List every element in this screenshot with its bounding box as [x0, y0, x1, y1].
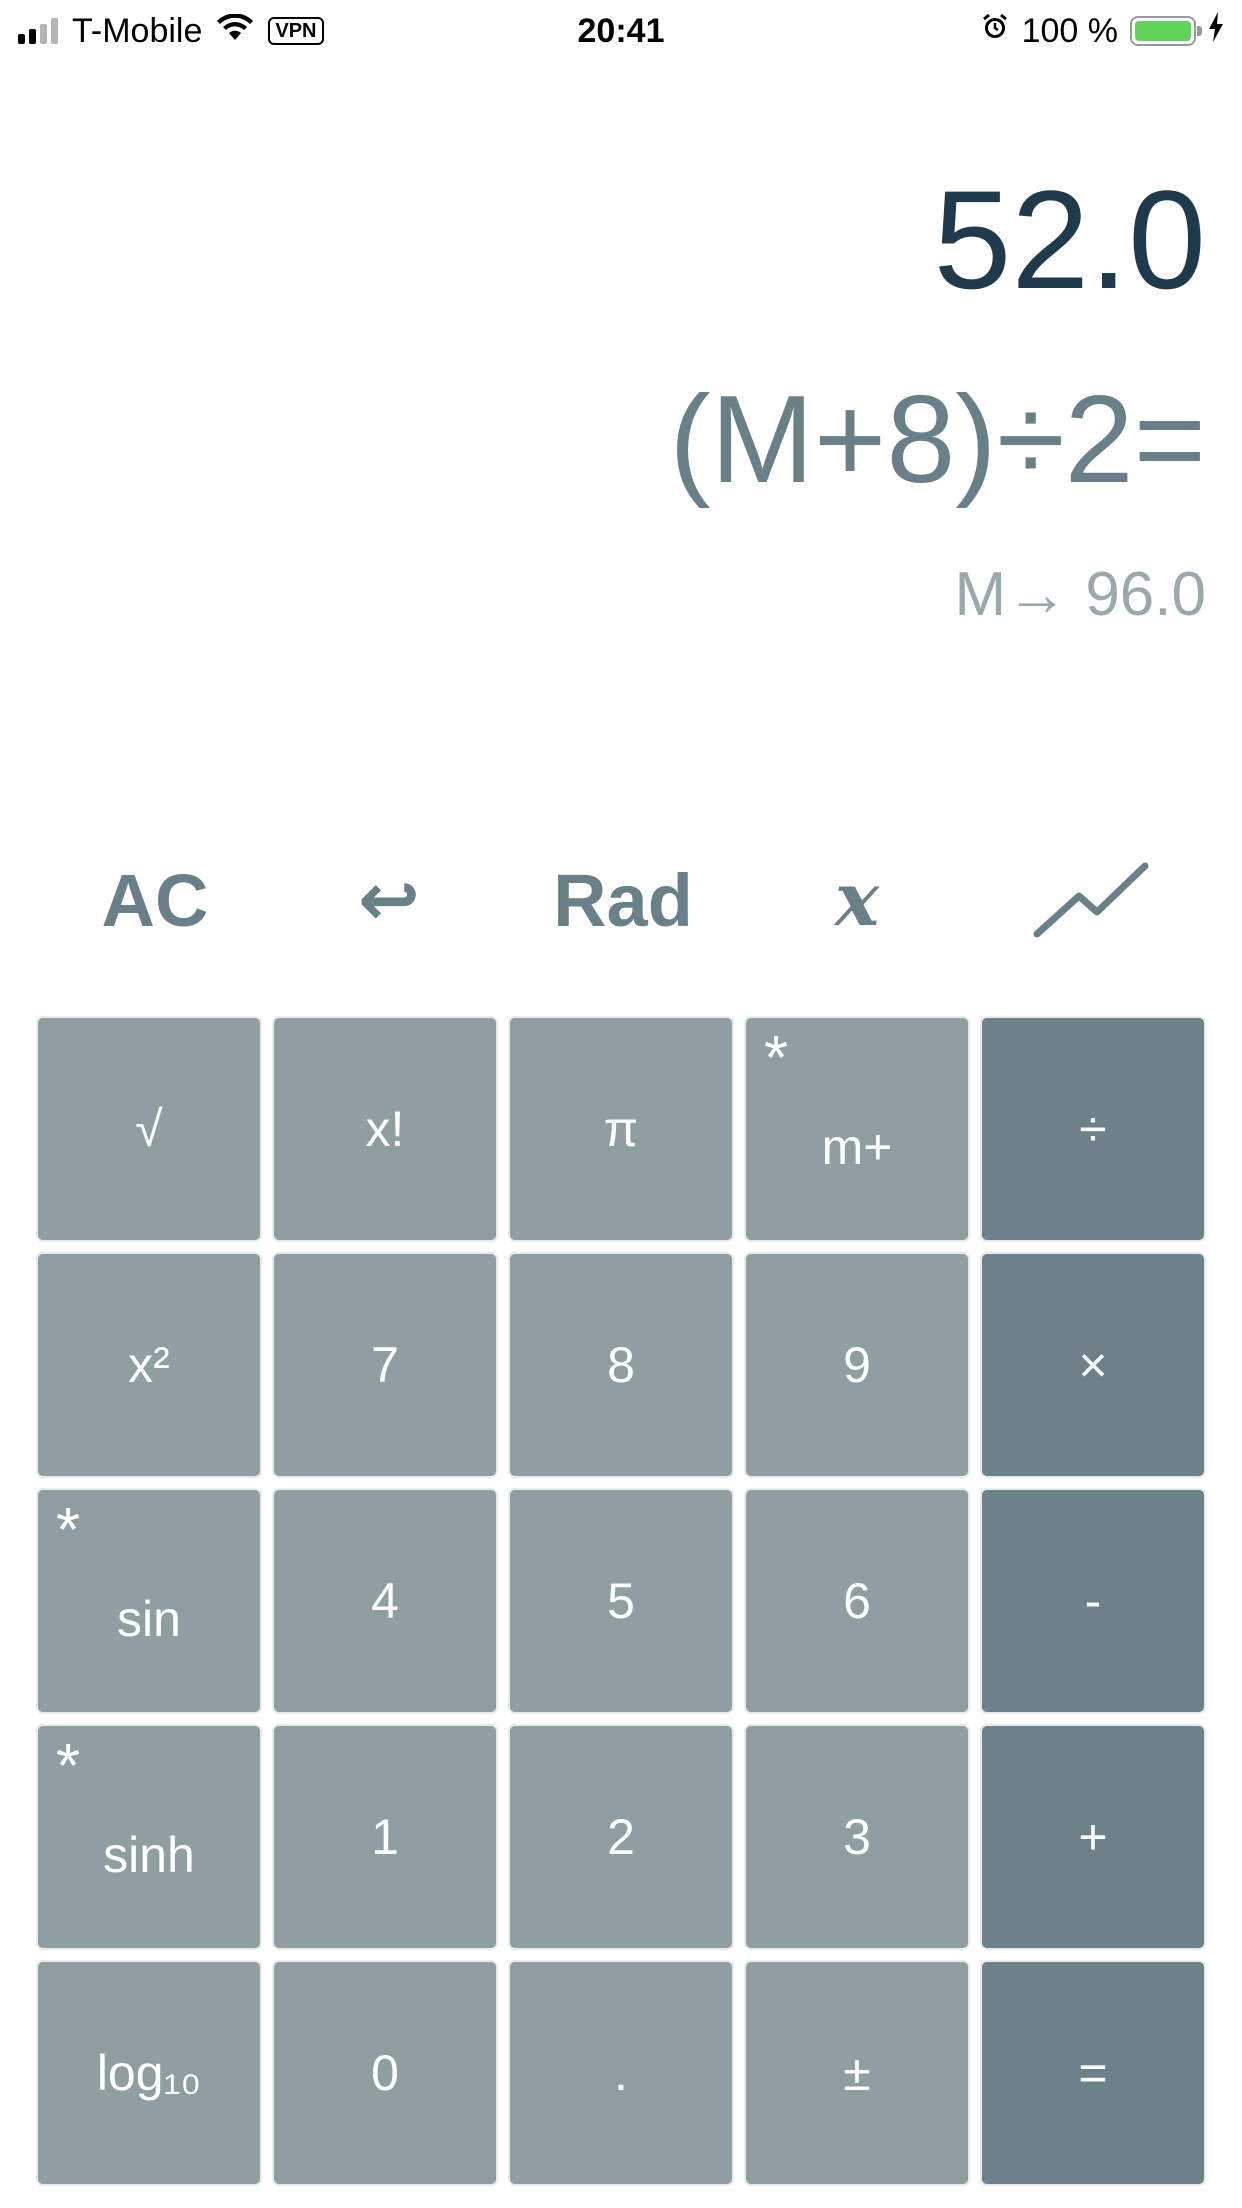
- undo-arrow-icon: ↩: [357, 858, 420, 941]
- sinh-key[interactable]: * sinh: [38, 1726, 260, 1948]
- equals-key[interactable]: =: [982, 1962, 1204, 2184]
- key-label: 5: [607, 1573, 635, 1629]
- variable-button[interactable]: x: [740, 840, 974, 960]
- key-label: √: [135, 1101, 163, 1157]
- key-label: sinh: [103, 1827, 195, 1883]
- second-function-star: *: [56, 1732, 81, 1801]
- memory-display: M→ 96.0: [954, 560, 1206, 629]
- key-label: 7: [371, 1337, 399, 1393]
- 3-key[interactable]: 3: [746, 1726, 968, 1948]
- key-label: ×: [1078, 1337, 1108, 1393]
- alarm-icon: [980, 12, 1010, 51]
- 4-key[interactable]: 4: [274, 1490, 496, 1712]
- 0-key[interactable]: 0: [274, 1962, 496, 2184]
- key-label: =: [1078, 2045, 1108, 2101]
- key-label: 3: [843, 1809, 871, 1865]
- result-display: 52.0: [933, 161, 1206, 318]
- subtract-key[interactable]: -: [982, 1490, 1204, 1712]
- graph-line-icon: [1033, 862, 1149, 938]
- status-bar: T-Mobile VPN 20:41 100 %: [0, 0, 1242, 62]
- 7-key[interactable]: 7: [274, 1254, 496, 1476]
- graph-button[interactable]: [974, 840, 1208, 960]
- factorial-key[interactable]: x!: [274, 1018, 496, 1240]
- 2-key[interactable]: 2: [510, 1726, 732, 1948]
- 1-key[interactable]: 1: [274, 1726, 496, 1948]
- charging-bolt-icon: [1208, 11, 1224, 51]
- log10-key[interactable]: log₁₀: [38, 1962, 260, 2184]
- key-label: -: [1084, 1573, 1102, 1629]
- key-label: 9: [843, 1337, 871, 1393]
- key-label: 4: [371, 1573, 399, 1629]
- status-bar-right: 100 %: [980, 10, 1224, 52]
- multiply-key[interactable]: ×: [982, 1254, 1204, 1476]
- key-label: 2: [607, 1809, 635, 1865]
- 9-key[interactable]: 9: [746, 1254, 968, 1476]
- add-key[interactable]: +: [982, 1726, 1204, 1948]
- battery-fill: [1135, 21, 1191, 41]
- 8-key[interactable]: 8: [510, 1254, 732, 1476]
- all-clear-button[interactable]: AC: [38, 840, 272, 960]
- key-label: 8: [607, 1337, 635, 1393]
- key-label: m+: [821, 1119, 893, 1175]
- plus-minus-key[interactable]: ±: [746, 1962, 968, 2184]
- second-function-star: *: [56, 1496, 81, 1565]
- key-label: 6: [843, 1573, 871, 1629]
- key-label: 1: [371, 1809, 399, 1865]
- second-function-star: *: [764, 1024, 789, 1093]
- calculator-screen: T-Mobile VPN 20:41 100 % 52.0 (M+8)÷2= M…: [0, 0, 1242, 2208]
- pi-key[interactable]: π: [510, 1018, 732, 1240]
- 5-key[interactable]: 5: [510, 1490, 732, 1712]
- angle-mode-button[interactable]: Rad: [506, 840, 740, 960]
- key-label: π: [603, 1101, 639, 1157]
- key-label: 0: [371, 2045, 399, 2101]
- undo-button[interactable]: ↩: [272, 840, 506, 960]
- sqrt-key[interactable]: √: [38, 1018, 260, 1240]
- key-label: x!: [365, 1101, 405, 1157]
- expression-display: (M+8)÷2=: [669, 371, 1206, 509]
- key-label: +: [1078, 1809, 1108, 1865]
- key-label: x²: [128, 1337, 170, 1393]
- divide-key[interactable]: ÷: [982, 1018, 1204, 1240]
- decimal-key[interactable]: .: [510, 1962, 732, 2184]
- sin-key[interactable]: * sin: [38, 1490, 260, 1712]
- square-key[interactable]: x²: [38, 1254, 260, 1476]
- key-label: ±: [843, 2045, 871, 2101]
- battery-percent: 100 %: [1021, 11, 1118, 50]
- keypad: √ x! π * m+ ÷ x² 7 8 9 × * sin 4 5 6 - * sinh 1 2 3 + log₁₀ 0. ± =: [38, 1018, 1208, 2184]
- 6-key[interactable]: 6: [746, 1490, 968, 1712]
- function-row: AC ↩ Rad x: [38, 840, 1208, 960]
- key-label: .: [614, 2045, 628, 2101]
- memory-add-key[interactable]: * m+: [746, 1018, 968, 1240]
- key-label: ÷: [1079, 1101, 1107, 1157]
- key-label: log₁₀: [96, 2045, 202, 2101]
- battery-icon: [1130, 16, 1202, 46]
- key-label: sin: [117, 1591, 181, 1647]
